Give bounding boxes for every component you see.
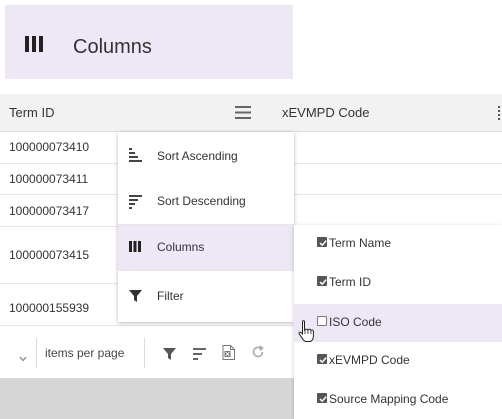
pager-divider <box>144 338 145 368</box>
items-per-page-label: items per page <box>45 346 125 360</box>
page-size-select[interactable] <box>5 338 37 368</box>
column-menu: Sort Ascending Sort Descending Columns F… <box>118 132 294 322</box>
sort-ascending-icon <box>129 148 143 165</box>
excel-export-icon[interactable] <box>222 345 235 365</box>
column-option-xevmpd-code[interactable]: xEVMPD Code <box>294 342 502 380</box>
column-option-iso-code[interactable]: ISO Code <box>294 304 502 342</box>
grid-page: Columns Term ID xEVMPD Code 100000073410… <box>0 0 502 419</box>
menu-item-sort-ascending[interactable]: Sort Ascending <box>118 132 294 178</box>
refresh-icon[interactable] <box>251 345 265 364</box>
menu-item-label: Columns <box>157 240 205 254</box>
columns-submenu: Term Name Term ID ISO Code xEVMPD Code S… <box>294 225 502 419</box>
checkbox-unchecked[interactable] <box>317 316 327 326</box>
columns-header-label: Columns <box>73 36 152 58</box>
column-menu-edge-icon[interactable] <box>498 106 502 120</box>
column-option-label: Term Name <box>329 236 392 250</box>
footer-bar <box>0 378 300 419</box>
checkbox-checked[interactable] <box>317 237 327 247</box>
sort-descending-icon <box>129 195 143 212</box>
column-option-label: Source Mapping Code <box>329 392 449 406</box>
checkbox-checked[interactable] <box>317 276 327 286</box>
column-header-term-id[interactable]: Term ID <box>9 105 55 120</box>
term-id-cell: 100000073417 <box>9 204 90 218</box>
columns-icon <box>129 241 141 255</box>
column-option-label: Term ID <box>329 275 371 289</box>
pager: items per page <box>0 326 300 378</box>
columns-icon <box>25 36 43 57</box>
menu-item-label: Filter <box>157 289 184 303</box>
term-id-cell: 100000073410 <box>9 140 90 154</box>
checkbox-checked[interactable] <box>317 393 327 403</box>
column-header-xevmpd-code[interactable]: xEVMPD Code <box>282 105 369 120</box>
chevron-down-icon <box>19 349 27 367</box>
filter-icon <box>129 290 142 305</box>
columns-header-tile: Columns <box>5 5 293 79</box>
term-id-cell: 100000073411 <box>9 172 89 186</box>
menu-item-columns[interactable]: Columns <box>118 225 294 270</box>
menu-item-filter[interactable]: Filter <box>118 271 294 322</box>
column-option-term-id[interactable]: Term ID <box>294 264 502 302</box>
term-id-cell: 100000073415 <box>9 248 90 262</box>
menu-item-label: Sort Ascending <box>157 149 238 163</box>
column-option-label: xEVMPD Code <box>329 353 410 367</box>
hamburger-menu-icon[interactable] <box>235 106 251 122</box>
filter-icon[interactable] <box>163 347 176 365</box>
mouse-cursor-icon <box>298 320 314 349</box>
column-option-label: ISO Code <box>329 315 382 329</box>
menu-item-label: Sort Descending <box>157 194 246 208</box>
column-option-source-mapping-code[interactable]: Source Mapping Code <box>294 381 502 419</box>
term-id-cell: 100000155939 <box>9 301 90 315</box>
menu-item-sort-descending[interactable]: Sort Descending <box>118 178 294 224</box>
column-option-term-name[interactable]: Term Name <box>294 225 502 263</box>
grid-header: Term ID xEVMPD Code <box>0 94 502 132</box>
sort-icon[interactable] <box>193 347 206 365</box>
checkbox-checked[interactable] <box>317 354 327 364</box>
